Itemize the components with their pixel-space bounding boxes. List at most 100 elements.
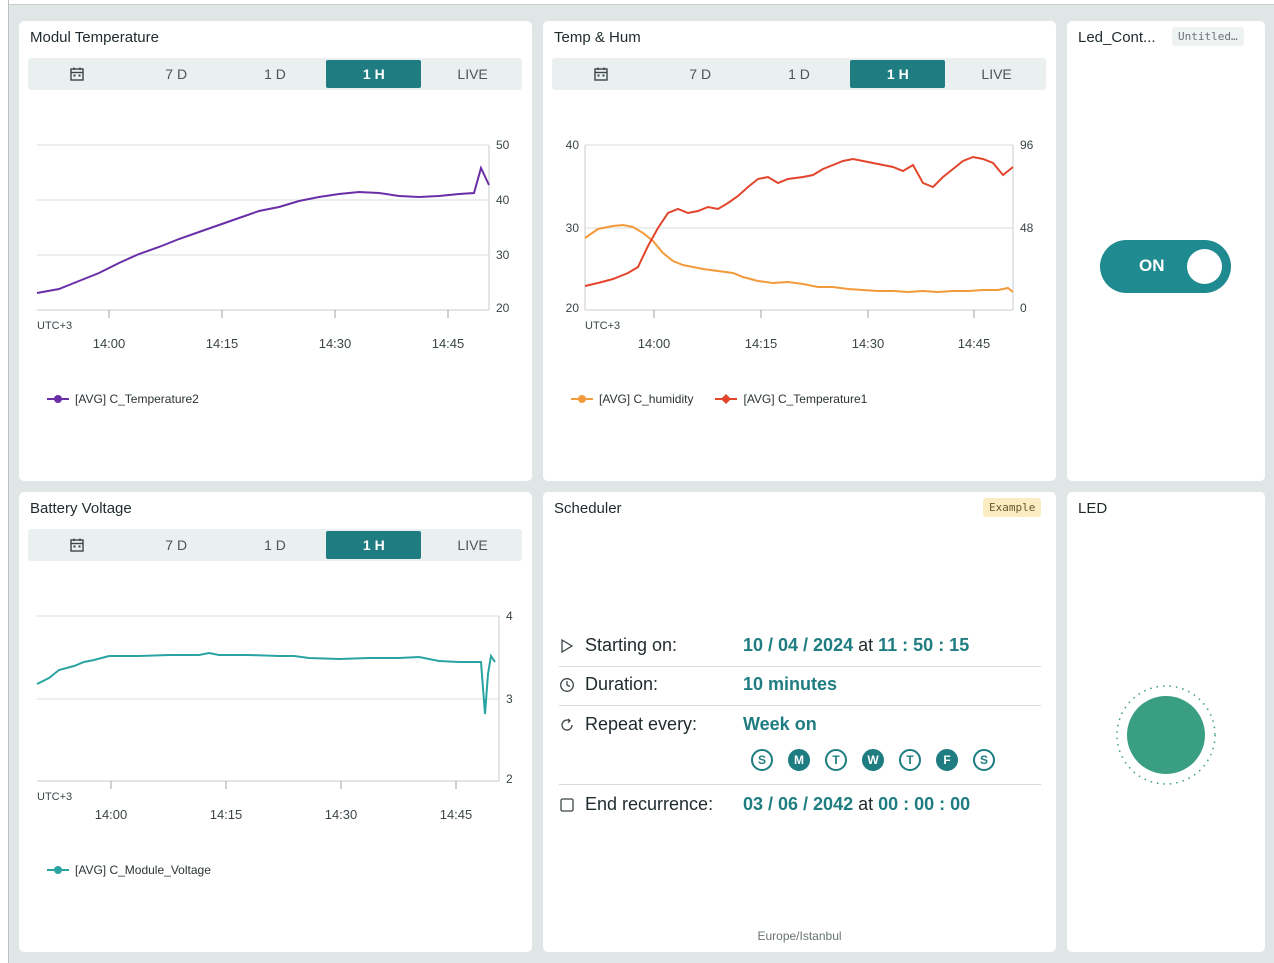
tab-1h[interactable]: 1 H — [326, 60, 422, 88]
x-tick-label: 14:30 — [852, 336, 885, 351]
legend-marker-icon — [571, 395, 593, 403]
end-date: 03 / 06 / 2042 — [743, 794, 854, 814]
widget-title: Modul Temperature — [30, 29, 159, 46]
led-light — [1127, 696, 1205, 774]
voltage-chart: 4 3 2 UTC+3 14:00 14:15 14:30 14:45 — [36, 609, 513, 822]
checkbox-icon[interactable] — [559, 797, 585, 813]
y-tick-label: 20 — [496, 301, 510, 315]
divider — [559, 666, 1041, 667]
series-line-temperature1 — [584, 155, 1014, 287]
status-badge: Untitled… — [1172, 27, 1244, 46]
y-tick-label: 2 — [506, 772, 513, 786]
clock-icon — [559, 677, 585, 693]
at-label: at — [858, 635, 874, 655]
duration-label: Duration: — [585, 674, 659, 694]
timezone-label: UTC+3 — [37, 791, 72, 803]
repeat-row[interactable]: Repeat every: Week on — [559, 714, 1041, 735]
legend-item[interactable]: [AVG] C_Module_Voltage — [47, 863, 211, 877]
tab-1h[interactable]: 1 H — [850, 60, 946, 88]
calendar-icon[interactable] — [554, 60, 649, 88]
toggle-knob — [1187, 249, 1222, 284]
y-tick-label-left: 30 — [566, 221, 580, 235]
y-tick-label-left: 40 — [566, 138, 580, 152]
day-saturday[interactable]: S — [973, 749, 995, 771]
day-monday[interactable]: M — [788, 749, 810, 771]
legend-marker-icon — [47, 395, 69, 403]
y-tick-label: 40 — [496, 193, 510, 207]
end-datetime[interactable]: 03 / 06 / 2042 at 00 : 00 : 00 — [743, 794, 970, 815]
end-recurrence-label: End recurrence: — [585, 794, 714, 814]
day-sunday[interactable]: S — [751, 749, 773, 771]
time-range-tabs: 7 D 1 D 1 H LIVE — [28, 529, 522, 561]
timezone-label: UTC+3 — [585, 320, 620, 332]
day-friday[interactable]: F — [936, 749, 958, 771]
day-wednesday[interactable]: W — [862, 749, 884, 771]
led-indicator — [1116, 685, 1216, 785]
tab-7d[interactable]: 7 D — [653, 60, 748, 88]
divider — [559, 705, 1041, 706]
starting-on-row[interactable]: Starting on: 10 / 04 / 2024 at 11 : 50 :… — [559, 635, 1041, 656]
calendar-icon[interactable] — [30, 531, 125, 559]
legend-item[interactable]: [AVG] C_Temperature1 — [715, 392, 867, 406]
legend-label: [AVG] C_humidity — [599, 392, 694, 406]
widget-led: LED — [1067, 492, 1265, 952]
widget-title: Temp & Hum — [554, 29, 641, 46]
x-tick-label: 14:15 — [206, 336, 239, 351]
start-time: 11 : 50 : 15 — [878, 635, 970, 655]
widget-title: Scheduler — [554, 500, 622, 517]
widget-scheduler: Scheduler Example Starting on: 10 / 04 /… — [543, 492, 1056, 952]
x-tick-label: 14:45 — [432, 336, 465, 351]
tab-1d[interactable]: 1 D — [752, 60, 847, 88]
chart-legend: [AVG] C_Temperature2 — [47, 392, 221, 406]
window-left-edge — [0, 0, 9, 963]
legend-marker-icon — [715, 394, 738, 404]
tab-live[interactable]: LIVE — [425, 60, 520, 88]
x-tick-label: 14:30 — [325, 807, 358, 822]
end-recurrence-row[interactable]: End recurrence: 03 / 06 / 2042 at 00 : 0… — [559, 794, 1041, 815]
repeat-value[interactable]: Week on — [743, 714, 817, 735]
x-tick-label: 14:45 — [958, 336, 991, 351]
temp-hum-chart: 40 30 20 96 48 0 UTC+3 14:00 14:15 14:30… — [566, 138, 1034, 351]
widget-led-control: Led_Cont... Untitled… ON — [1067, 21, 1265, 481]
led-switch-toggle[interactable]: ON — [1100, 240, 1231, 293]
widget-title: Battery Voltage — [30, 500, 132, 517]
repeat-icon — [559, 717, 585, 733]
duration-value[interactable]: 10 minutes — [743, 674, 837, 695]
widget-title: Led_Cont... — [1078, 29, 1156, 46]
example-badge: Example — [983, 498, 1042, 517]
end-time: 00 : 00 : 00 — [878, 794, 971, 814]
start-datetime[interactable]: 10 / 04 / 2024 at 11 : 50 : 15 — [743, 635, 969, 656]
widget-modul-temperature: Modul Temperature 7 D 1 D 1 H LIVE 50 40… — [19, 21, 532, 481]
tab-1d[interactable]: 1 D — [228, 531, 323, 559]
x-tick-label: 14:45 — [440, 807, 473, 822]
tab-7d[interactable]: 7 D — [129, 531, 224, 559]
starting-on-label: Starting on: — [585, 635, 678, 655]
timezone-label: Europe/Istanbul — [757, 929, 842, 943]
y-tick-label: 3 — [506, 692, 513, 706]
y-tick-label-right: 0 — [1020, 301, 1027, 315]
tab-1d[interactable]: 1 D — [228, 60, 323, 88]
chart-legend: [AVG] C_Module_Voltage — [47, 863, 233, 877]
day-thursday[interactable]: T — [899, 749, 921, 771]
x-tick-label: 14:00 — [638, 336, 671, 351]
window-top-edge — [0, 0, 1274, 5]
day-tuesday[interactable]: T — [825, 749, 847, 771]
start-date: 10 / 04 / 2024 — [743, 635, 854, 655]
calendar-icon[interactable] — [30, 60, 125, 88]
y-tick-label: 30 — [496, 248, 510, 262]
legend-item[interactable]: [AVG] C_Temperature2 — [47, 392, 199, 406]
x-tick-label: 14:15 — [745, 336, 778, 351]
tab-live[interactable]: LIVE — [425, 531, 520, 559]
repeat-label: Repeat every: — [585, 714, 698, 734]
tab-live[interactable]: LIVE — [949, 60, 1044, 88]
tab-7d[interactable]: 7 D — [129, 60, 224, 88]
legend-item[interactable]: [AVG] C_humidity — [571, 392, 693, 406]
tab-1h[interactable]: 1 H — [326, 531, 422, 559]
chart-legend: [AVG] C_humidity [AVG] C_Temperature1 — [571, 392, 889, 406]
widget-battery-voltage: Battery Voltage 7 D 1 D 1 H LIVE 4 3 2 U… — [19, 492, 532, 952]
time-range-tabs: 7 D 1 D 1 H LIVE — [552, 58, 1046, 90]
y-tick-label-left: 20 — [566, 301, 580, 315]
duration-row[interactable]: Duration: 10 minutes — [559, 674, 1041, 695]
series-line-temperature2 — [36, 165, 490, 294]
legend-marker-icon — [47, 866, 69, 874]
